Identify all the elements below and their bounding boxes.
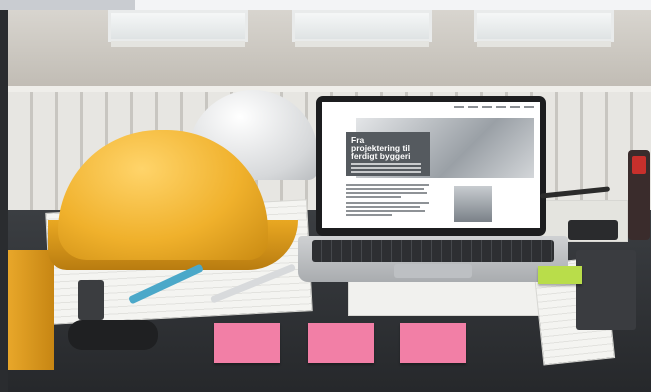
sticky-note-green [538,266,582,284]
laptop-trackpad [394,264,472,278]
site-body-text [346,184,438,218]
sticky-note-pink-3 [400,323,466,363]
site-hero-box: Fra projektering til ferdigt byggeri [346,132,430,176]
laptop-display: Fra projektering til ferdigt byggeri [322,102,540,228]
site-photo-workers [454,186,492,222]
site-menu [454,106,534,108]
measuring-tape [8,250,54,370]
sticky-note-pink-2 [308,323,374,363]
window-right [474,10,614,47]
sticky-note-pink-1 [214,323,280,363]
hammer [68,320,158,350]
site-hero-subtext [351,163,421,165]
laser-measure [576,250,636,330]
window-center [292,10,432,47]
laptop-keyboard [312,240,554,262]
site-nav [322,102,540,112]
calculator [568,220,618,240]
window-left [108,10,248,47]
utility-knife [78,280,104,320]
walkie-talkie [628,150,650,240]
photo: Fra projektering til ferdigt byggeri [8,10,651,392]
site-hero-title: Fra projektering til ferdigt byggeri [351,135,411,161]
frame-top-left-strip [0,0,135,10]
laptop-screen: Fra projektering til ferdigt byggeri [316,96,546,236]
